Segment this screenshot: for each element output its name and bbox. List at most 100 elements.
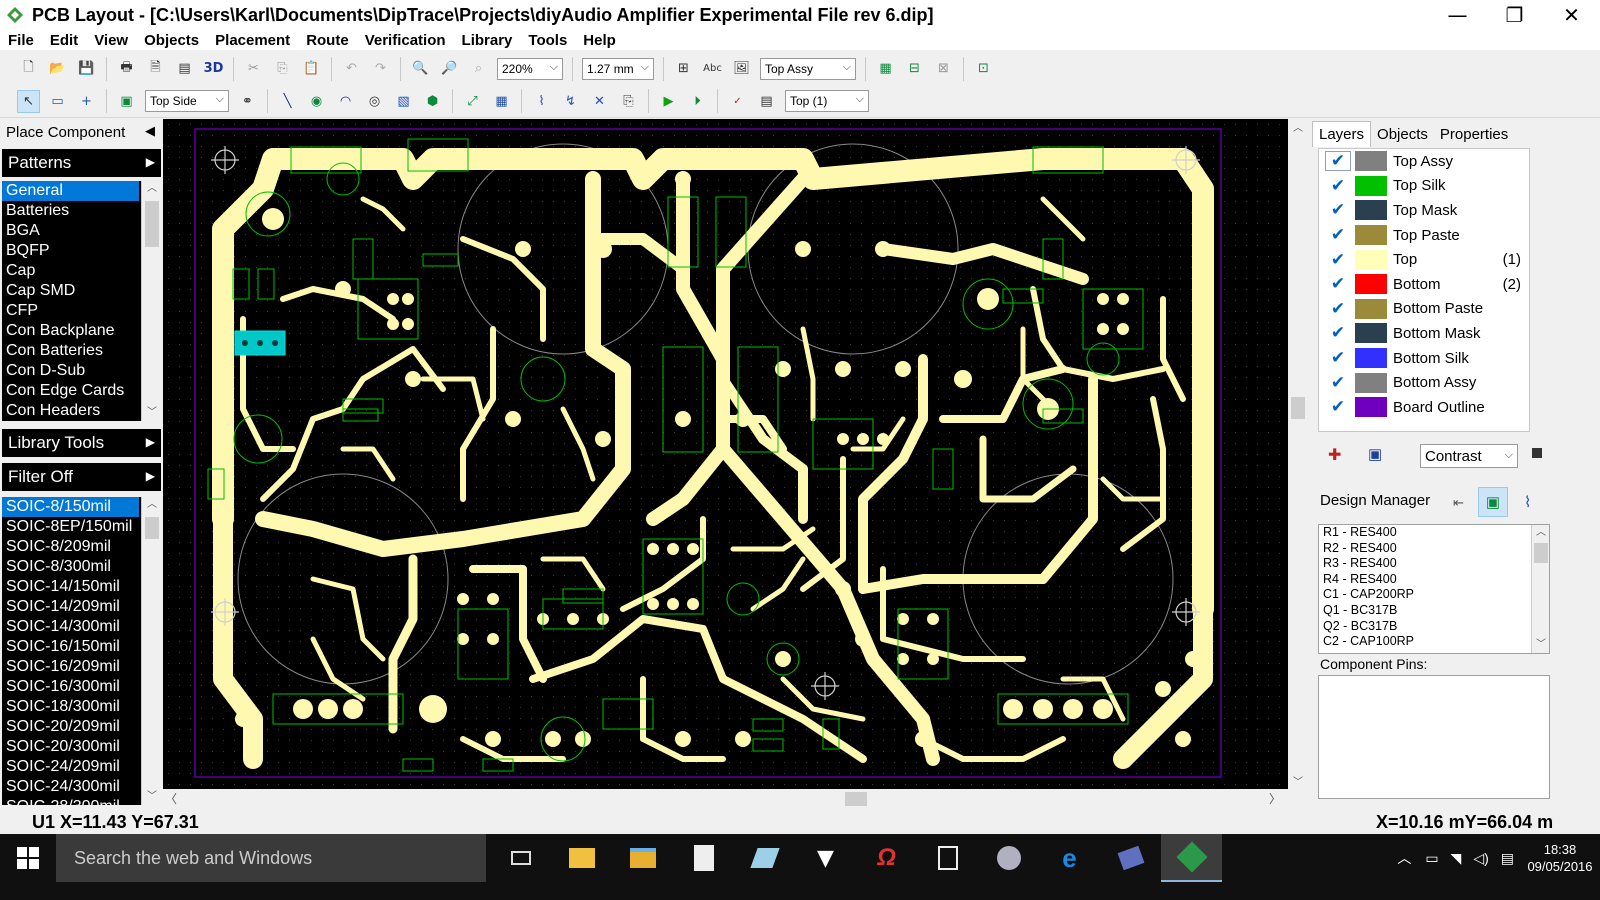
zoom-fit-icon[interactable]: ⌕ [467, 57, 490, 80]
library-item[interactable]: Batteries [2, 201, 161, 221]
tab-objects[interactable]: Objects [1371, 122, 1434, 147]
scroll-up-icon[interactable]: ︿ [1532, 525, 1549, 541]
drc-settings-icon[interactable]: ▤ [755, 90, 778, 113]
scroll-up-icon[interactable]: ︿ [142, 181, 161, 197]
dimension-icon[interactable]: ⤢ [461, 90, 484, 113]
zoom-select[interactable]: 220% ⌵ [497, 57, 563, 80]
save-icon[interactable]: 💾 [75, 57, 98, 80]
board-properties-icon[interactable]: ⊞ [672, 57, 695, 80]
tab-properties[interactable]: Properties [1434, 122, 1514, 147]
folder-icon[interactable] [612, 834, 673, 882]
grid-size-select[interactable]: 1.27 mm ⌵ [582, 57, 654, 80]
run-autorouter-icon[interactable]: ▶ [657, 90, 680, 113]
minimize-button[interactable]: — [1429, 0, 1486, 30]
panning-icon[interactable]: ▭ [46, 90, 69, 113]
library-item[interactable]: Con Backplane [2, 321, 161, 341]
open-folder-icon[interactable]: 📂 [46, 57, 69, 80]
layer-row[interactable]: ✔ Bottom Paste [1319, 297, 1529, 322]
menu-verification[interactable]: Verification [357, 32, 454, 49]
route-trace-icon[interactable]: ⌇ [530, 90, 553, 113]
layer-visibility-checkbox[interactable]: ✔ [1325, 225, 1351, 245]
layer-visibility-checkbox[interactable]: ✔ [1325, 151, 1351, 172]
layer-row[interactable]: ✔ Top Assy [1319, 149, 1529, 174]
layer-setup-icon[interactable]: ▦ [874, 57, 897, 80]
copper-pour-icon[interactable]: ▧ [392, 90, 415, 113]
layer-color-swatch[interactable] [1355, 249, 1387, 270]
line-tool-icon[interactable]: ╲ [276, 90, 299, 113]
tab-layers[interactable]: Layers [1312, 121, 1372, 147]
cut-icon[interactable]: ✂ [242, 57, 265, 80]
diptrace-taskbar-icon[interactable] [1161, 834, 1222, 882]
library-item[interactable]: Con Edge Cards [2, 381, 161, 401]
find-binoculars-icon[interactable]: ⚭ [236, 90, 259, 113]
component-item[interactable]: C2 - CAP100RP [1319, 634, 1549, 650]
collapse-arrow-icon[interactable]: ◀ [145, 123, 155, 139]
component-item[interactable]: R3 - RES400 [1319, 556, 1549, 572]
pattern-list[interactable]: SOIC-8/150mil SOIC-8EP/150mil SOIC-8/209… [2, 497, 161, 805]
pattern-item[interactable]: SOIC-8/300mil [2, 557, 161, 577]
library-list[interactable]: General Batteries BGA BQFP Cap Cap SMD C… [2, 181, 161, 421]
layer-visibility-checkbox[interactable]: ✔ [1325, 200, 1351, 220]
dm-nets-icon[interactable]: ⌇ [1524, 493, 1531, 511]
patterns-dropdown[interactable]: Patterns ▶ [2, 149, 161, 177]
document-icon[interactable] [673, 834, 734, 882]
scroll-thumb[interactable] [145, 201, 159, 247]
grid-table-icon[interactable]: ▦ [490, 90, 513, 113]
component-manager-icon[interactable]: ⊡ [972, 57, 995, 80]
pattern-item[interactable]: SOIC-8EP/150mil [2, 517, 161, 537]
component-list-scrollbar[interactable]: ︿ ﹀ [1531, 525, 1549, 653]
pattern-item[interactable]: SOIC-28/300mil [2, 797, 161, 805]
route-selected-icon[interactable]: ⏵ [686, 90, 709, 113]
wifi-icon[interactable]: ◥ [1451, 850, 1462, 867]
task-view-icon[interactable] [490, 834, 551, 882]
menu-route[interactable]: Route [298, 32, 357, 49]
library-item[interactable]: CFP [2, 301, 161, 321]
component-list[interactable]: R1 - RES400 R2 - RES400 R3 - RES400 R4 -… [1318, 524, 1550, 654]
pattern-item[interactable]: SOIC-20/300mil [2, 737, 161, 757]
pattern-item[interactable]: SOIC-18/300mil [2, 697, 161, 717]
pattern-item[interactable]: SOIC-16/300mil [2, 677, 161, 697]
pad-tool-icon[interactable]: ◉ [305, 90, 328, 113]
pattern-item[interactable]: SOIC-20/209mil [2, 717, 161, 737]
layer-color-swatch[interactable] [1355, 298, 1387, 319]
place-component-icon[interactable]: ▣ [115, 90, 138, 113]
scroll-up-icon[interactable]: ︿ [142, 497, 161, 513]
pattern-scrollbar[interactable]: ︿ ﹀ [141, 497, 161, 805]
globe-app-icon[interactable] [978, 834, 1039, 882]
zoom-out-icon[interactable]: 🔎 [438, 57, 461, 80]
route-layer-select[interactable]: Top (1) ⌵ [785, 90, 869, 112]
layer-row[interactable]: ✔ Board Outline [1319, 395, 1529, 420]
scroll-down-icon[interactable]: ﹀ [142, 789, 161, 805]
dm-components-icon[interactable]: ▣ [1478, 487, 1508, 517]
crosshair-icon[interactable]: + [75, 90, 98, 113]
net-connect-icon[interactable]: ⊟ [903, 57, 926, 80]
file-explorer-icon[interactable] [551, 834, 612, 882]
library-item[interactable]: Cap SMD [2, 281, 161, 301]
layer-setup-icon[interactable]: ▣ [1368, 445, 1382, 463]
route-manual-icon[interactable]: ↯ [559, 90, 582, 113]
layer-row[interactable]: ✔ Top Silk [1319, 174, 1529, 199]
pattern-item[interactable]: SOIC-8/150mil [2, 497, 139, 517]
library-scrollbar[interactable]: ︿ ﹀ [141, 181, 161, 421]
paste-icon[interactable]: 📋 [300, 57, 323, 80]
maximize-button[interactable]: ❐ [1486, 0, 1543, 30]
library-tools-dropdown[interactable]: Library Tools ▶ [2, 429, 161, 457]
layer-color-swatch[interactable] [1355, 372, 1387, 393]
component-item[interactable]: R2 - RES400 [1319, 541, 1549, 557]
pattern-item[interactable]: SOIC-24/209mil [2, 757, 161, 777]
print-preview-icon[interactable]: 🗎 [144, 57, 167, 80]
layer-color-swatch[interactable] [1355, 348, 1387, 369]
scroll-up-icon[interactable]: ︿ [1288, 119, 1308, 135]
library-item[interactable]: BQFP [2, 241, 161, 261]
new-file-icon[interactable]: 🗋 [17, 57, 40, 80]
undo-icon[interactable]: ↶ [340, 57, 363, 80]
layer-color-swatch[interactable] [1355, 323, 1387, 344]
start-button[interactable] [0, 834, 56, 882]
close-button[interactable]: ✕ [1543, 0, 1600, 30]
dm-settings-icon[interactable]: ⇤ [1453, 495, 1464, 511]
calculator-app-icon[interactable] [917, 834, 978, 882]
taskbar-search[interactable]: Search the web and Windows [56, 834, 486, 882]
calculator-icon[interactable]: ▤ [173, 57, 196, 80]
drc-check-icon[interactable]: ✓ [726, 90, 749, 113]
layer-row[interactable]: ✔ Top (1) [1319, 247, 1529, 272]
